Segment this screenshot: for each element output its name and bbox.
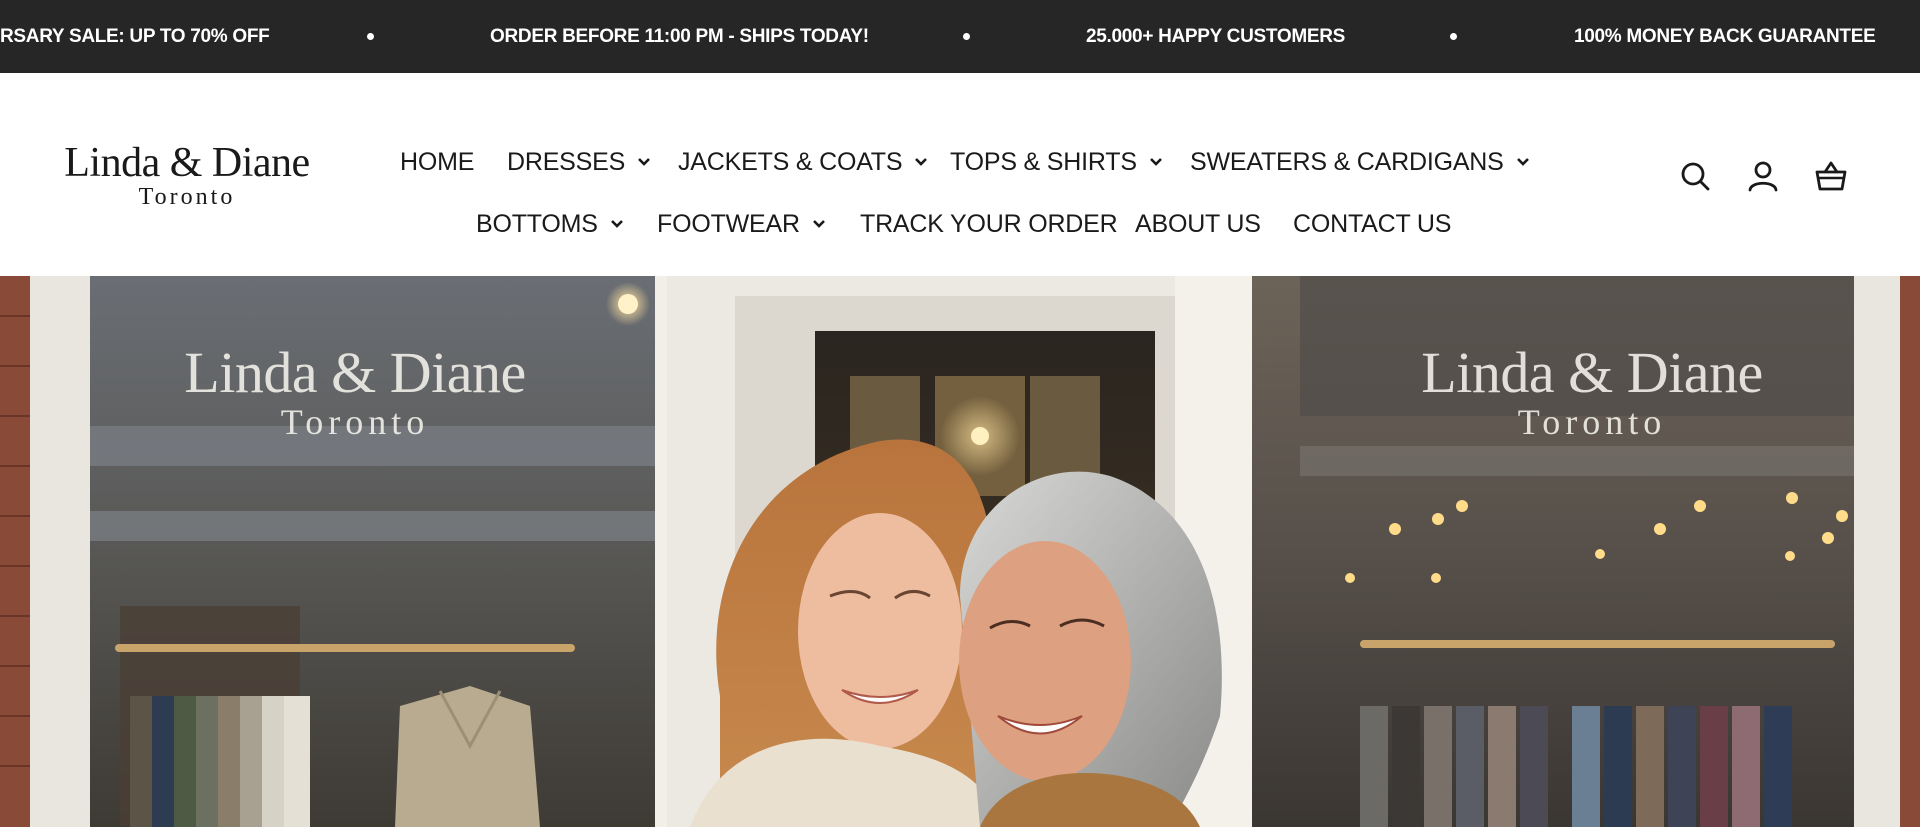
chevron-down-icon [1516, 157, 1529, 166]
announcement-sale: RSARY SALE: UP TO 70% OFF [0, 26, 270, 47]
nav-jackets-label: JACKETS & COATS [678, 148, 903, 176]
account-icon[interactable] [1746, 159, 1780, 193]
nav-dresses-label: DRESSES [507, 148, 626, 176]
nav-about-us[interactable]: ABOUT US [1135, 204, 1261, 244]
site-header: Linda & Diane Toronto HOME DRESSES JACKE… [0, 73, 1920, 276]
announcement-separator [963, 33, 970, 40]
announcement-separator [367, 33, 374, 40]
nav-jackets-coats[interactable]: JACKETS & COATS [678, 142, 928, 182]
nav-footwear[interactable]: FOOTWEAR [657, 204, 826, 244]
left-window-sign: Linda & Diane Toronto [145, 340, 565, 442]
logo-city: Toronto [138, 184, 236, 210]
nav-about-label: ABOUT US [1135, 210, 1261, 238]
nav-tops-shirts[interactable]: TOPS & SHIRTS [950, 142, 1163, 182]
announcement-bar: RSARY SALE: UP TO 70% OFF ORDER BEFORE 1… [0, 0, 1920, 73]
nav-tops-label: TOPS & SHIRTS [950, 148, 1137, 176]
nav-sweaters-cardigans[interactable]: SWEATERS & CARDIGANS [1190, 142, 1530, 182]
nav-home[interactable]: HOME [400, 142, 474, 182]
right-sign-name: Linda & Diane [1421, 340, 1763, 405]
cart-icon[interactable] [1814, 159, 1848, 193]
right-window-sign: Linda & Diane Toronto [1382, 340, 1802, 442]
right-sign-city: Toronto [1517, 402, 1667, 442]
nav-sweaters-label: SWEATERS & CARDIGANS [1190, 148, 1504, 176]
nav-contact-us[interactable]: CONTACT US [1293, 204, 1451, 244]
announcement-guarantee: 100% MONEY BACK GUARANTEE [1574, 26, 1876, 47]
announcement-shipping: ORDER BEFORE 11:00 PM - SHIPS TODAY! [490, 26, 869, 47]
left-sign-city: Toronto [280, 402, 430, 442]
nav-bottoms[interactable]: BOTTOMS [476, 204, 624, 244]
store-logo[interactable]: Linda & Diane Toronto [62, 141, 312, 221]
nav-home-label: HOME [400, 148, 475, 176]
nav-bottoms-label: BOTTOMS [476, 210, 598, 238]
search-icon[interactable] [1678, 159, 1712, 193]
nav-track-label: TRACK YOUR ORDER [860, 210, 1118, 238]
hero-image: Linda & Diane Toronto Linda & Diane Toro… [0, 276, 1920, 827]
chevron-down-icon [812, 219, 825, 228]
nav-contact-label: CONTACT US [1293, 210, 1452, 238]
chevron-down-icon [638, 157, 651, 166]
nav-footwear-label: FOOTWEAR [657, 210, 800, 238]
nav-dresses[interactable]: DRESSES [507, 142, 651, 182]
nav-track-order[interactable]: TRACK YOUR ORDER [860, 204, 1118, 244]
announcement-separator [1450, 33, 1457, 40]
chevron-down-icon [1149, 157, 1162, 166]
announcement-customers: 25.000+ HAPPY CUSTOMERS [1086, 26, 1346, 47]
logo-name: Linda & Diane [64, 140, 310, 186]
left-sign-name: Linda & Diane [184, 340, 526, 405]
chevron-down-icon [610, 219, 623, 228]
chevron-down-icon [915, 157, 928, 166]
